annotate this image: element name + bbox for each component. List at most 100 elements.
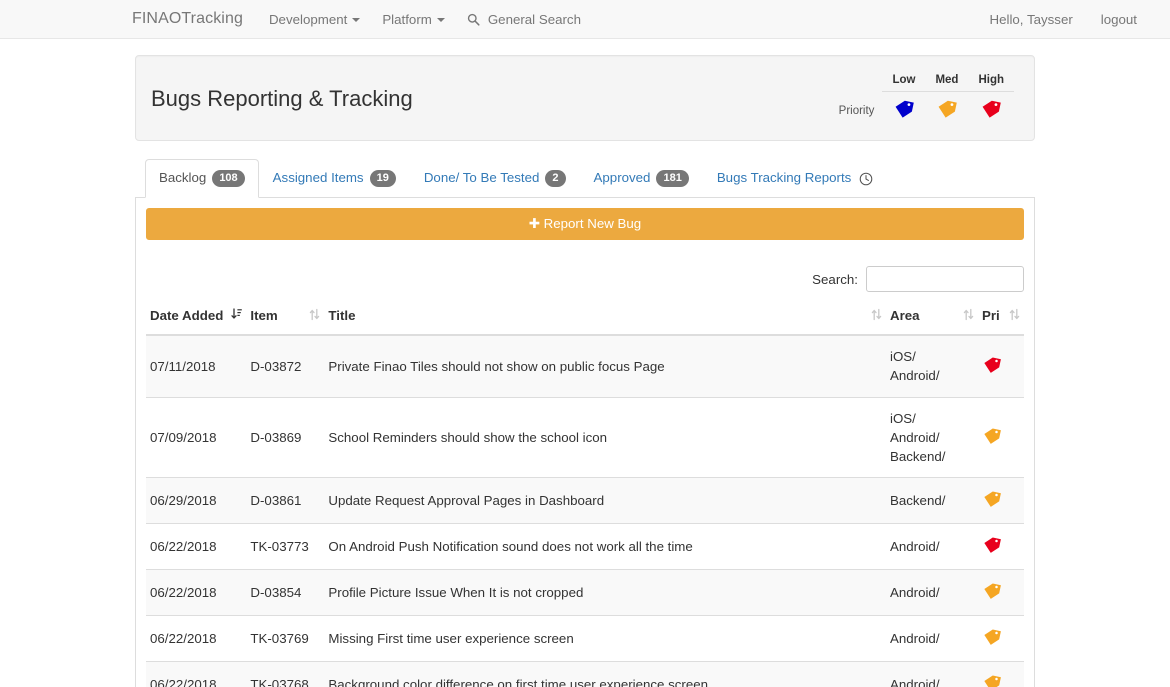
cell-title: School Reminders should show the school … [328,429,608,445]
cell-area: Android/ [890,677,940,687]
main-container: Bugs Reporting & Tracking Low Med High P… [135,39,1035,687]
cell-area: Android/ [890,585,940,601]
tab-assigned-items-label: Assigned Items [272,170,364,186]
cell-item: D-03872 [250,358,302,374]
report-new-bug-label: Report New Bug [543,216,642,231]
cell-date: 06/22/2018 [150,677,217,687]
search-icon [467,13,480,26]
tab-approved[interactable]: Approved 181 [580,159,703,198]
column-header-item[interactable]: Item [246,300,325,336]
search-label: Search: [812,271,858,287]
table-row[interactable]: 06/22/2018 TK-03773 On Android Push Notifi… [146,523,1024,570]
column-header-date-added-label: Date Added [150,308,224,324]
legend-low-cell [882,91,925,127]
sort-icon [1009,308,1020,324]
nav-item-platform-label: Platform [382,11,432,27]
column-header-item-label: Item [250,308,278,324]
cell-date: 06/22/2018 [150,631,217,647]
cell-area: iOS/Android/Backend/ [890,410,946,465]
cell-title: Missing First time user experience scree… [328,631,574,647]
tab-panel-backlog: ✚ Report New Bug Search: Date Added Item… [135,198,1035,687]
tag-icon-low [893,98,915,125]
bugs-table-head: Date Added Item Title Area Pri [146,300,1024,336]
tab-done-to-be-tested[interactable]: Done/ To Be Tested 2 [410,159,580,198]
report-new-bug-button[interactable]: ✚ Report New Bug [146,208,1024,240]
table-row[interactable]: 06/22/2018 TK-03769 Missing First time use… [146,615,1024,662]
cell-area: iOS/Android/ [890,349,940,384]
bugs-table-body: 07/11/2018 D-03872 Private Finao Tiles sho… [146,335,1024,687]
tab-approved-count: 181 [656,170,689,188]
navbar-right-group: Hello, Taysser logout [990,12,1138,27]
table-row[interactable]: 06/29/2018 D-03861 Update Request Approval… [146,477,1024,524]
cell-item: D-03869 [250,429,302,445]
legend-med-cell [925,91,968,127]
chevron-down-icon [436,18,445,22]
tab-backlog-label: Backlog [159,170,207,186]
search-input[interactable] [866,266,1024,292]
brand-logo[interactable]: FINAOTracking [132,10,243,28]
cell-date: 07/09/2018 [150,429,217,445]
nav-item-general-search[interactable]: General Search [467,12,581,27]
legend-high-cell [968,91,1014,127]
cell-title: Background color difference on first tim… [328,677,709,687]
nav-item-general-search-label: General Search [487,11,581,27]
tab-bugs-tracking-reports-label: Bugs Tracking Reports [716,170,852,186]
legend-header-med: Med [925,71,969,92]
tab-backlog-count: 108 [212,170,245,188]
cell-item: TK-03769 [250,631,309,647]
nav-item-development[interactable]: Development [268,11,361,27]
cell-priority [978,335,1024,397]
nav-item-platform[interactable]: Platform [382,12,445,27]
tab-assigned-items[interactable]: Assigned Items 19 [259,159,410,198]
cell-item: D-03861 [250,493,302,509]
tab-bugs-tracking-reports[interactable]: Bugs Tracking Reports [703,159,888,198]
tab-assigned-items-count: 19 [369,170,396,188]
table-row[interactable]: 07/11/2018 D-03872 Private Finao Tiles sho… [146,335,1024,398]
table-row[interactable]: 06/22/2018 D-03854 Profile Picture Issue W… [146,569,1024,616]
table-row[interactable]: 07/09/2018 D-03869 School Reminders should… [146,397,1024,478]
cell-area: Backend/ [890,493,946,509]
legend-row-label: Priority [838,104,875,117]
user-greeting[interactable]: Hello, Taysser [990,12,1073,27]
tag-icon-high [982,535,1002,558]
cell-title: Private Finao Tiles should not show on p… [328,358,665,374]
column-header-title[interactable]: Title [324,300,886,336]
cell-item: D-03854 [250,585,302,601]
cell-area: Android/ [890,539,940,555]
legend-header-low: Low [882,71,926,92]
column-header-pri[interactable]: Pri [978,300,1024,336]
cell-title: On Android Push Notification sound does … [328,539,693,555]
chevron-down-icon [352,18,361,22]
tab-list: Backlog 108 Assigned Items 19 Done/ To B… [135,159,1035,198]
cell-date: 06/22/2018 [150,539,217,555]
tag-icon-med [982,489,1002,512]
bugs-table: Date Added Item Title Area Pri 07/11/201… [146,300,1024,687]
top-navbar: FINAOTracking Development Platform Gener… [0,0,1170,39]
tag-icon-high [980,98,1002,125]
tag-icon-med [982,627,1002,650]
tabs-section: Backlog 108 Assigned Items 19 Done/ To B… [135,159,1035,687]
legend-header-high: High [968,71,1014,92]
tab-backlog[interactable]: Backlog 108 [145,159,259,198]
sort-icon [309,308,320,324]
tag-icon-med [982,673,1002,687]
cell-title: Update Request Approval Pages in Dashboa… [328,493,605,509]
tag-icon-high [982,355,1002,378]
tag-icon-med [982,426,1002,449]
sort-icon [871,308,882,324]
column-header-date-added[interactable]: Date Added [146,300,247,336]
tab-done-to-be-tested-count: 2 [545,170,566,188]
column-header-pri-label: Pri [982,308,1000,324]
page-title: Bugs Reporting & Tracking [151,86,413,111]
cell-item: TK-03773 [250,539,309,555]
cell-priority [978,397,1024,478]
table-row[interactable]: 06/22/2018 TK-03768 Background color diffe… [146,661,1024,687]
page-header-panel: Bugs Reporting & Tracking Low Med High P… [135,55,1035,141]
cell-item: TK-03768 [250,677,309,687]
column-header-area[interactable]: Area [886,300,978,336]
cell-priority [978,616,1024,662]
table-filter-row: Search: [146,244,1024,300]
nav-item-development-label: Development [268,11,348,27]
cell-priority [978,478,1024,524]
logout-link[interactable]: logout [1101,12,1137,27]
